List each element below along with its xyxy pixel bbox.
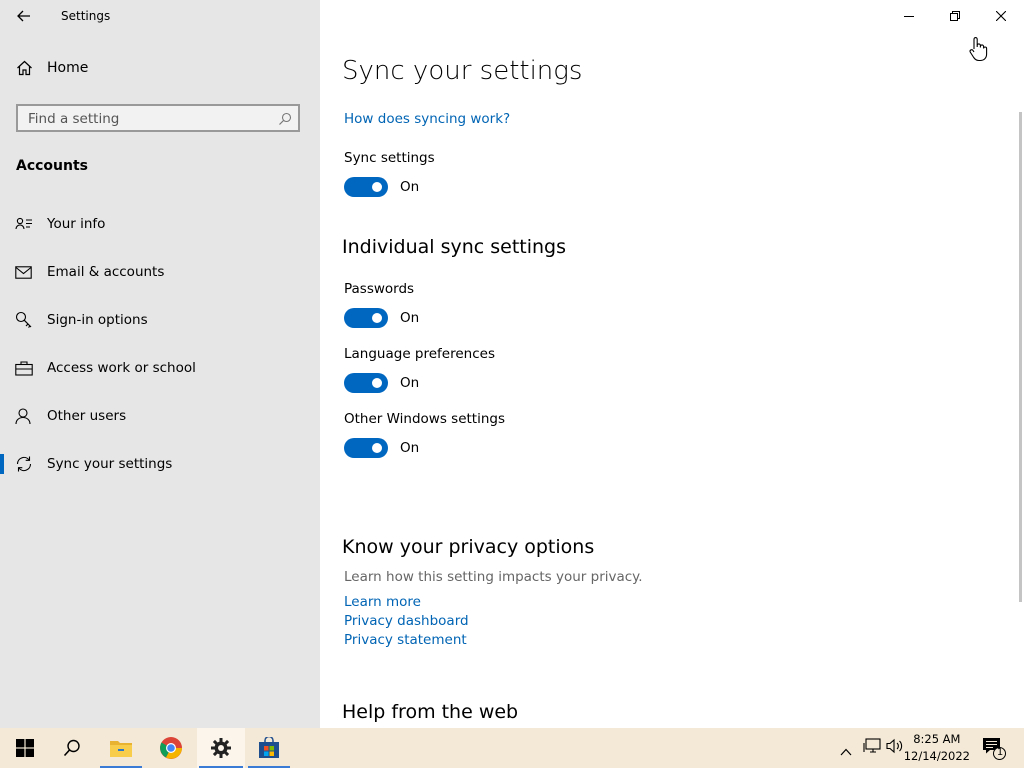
- back-arrow-icon: [17, 10, 30, 22]
- start-button[interactable]: [2, 728, 48, 768]
- sidebar-item-home[interactable]: Home: [16, 60, 88, 76]
- mail-icon: [15, 265, 35, 279]
- other-windows-settings-toggle-row: On: [344, 438, 419, 458]
- store-icon: [259, 737, 279, 758]
- sidebar-item-email-accounts[interactable]: Email & accounts: [0, 252, 320, 292]
- passwords-toggle-row: On: [344, 308, 419, 328]
- main-content: Sync your settings How does syncing work…: [320, 0, 1024, 728]
- section-heading: Accounts: [16, 158, 89, 174]
- key-icon: [15, 311, 35, 329]
- sync-settings-toggle[interactable]: [344, 177, 388, 197]
- sidebar-item-label: Sync your settings: [47, 456, 173, 472]
- store-button[interactable]: [246, 728, 292, 768]
- restore-icon: [950, 11, 960, 21]
- sync-settings-toggle-row: On: [344, 177, 419, 197]
- toggle-knob: [372, 313, 382, 323]
- toggle-state: On: [400, 310, 420, 326]
- clock-time: 8:25 AM: [913, 732, 961, 746]
- notification-badge: 1: [996, 747, 1004, 758]
- sidebar-item-label: Other users: [47, 408, 127, 424]
- home-label: Home: [47, 60, 89, 76]
- search-icon: [63, 739, 80, 757]
- language-preferences-toggle-row: On: [344, 373, 419, 393]
- file-explorer-button[interactable]: [98, 728, 144, 768]
- toggle-knob: [372, 182, 382, 192]
- scrollbar[interactable]: [1019, 112, 1022, 602]
- language-preferences-toggle[interactable]: [344, 373, 388, 393]
- toggle-knob: [372, 443, 382, 453]
- clock-date: 12/14/2022: [903, 749, 970, 763]
- passwords-label: Passwords: [344, 281, 415, 297]
- language-preferences-label: Language preferences: [344, 346, 495, 362]
- sync-settings-label: Sync settings: [344, 150, 435, 166]
- hand-cursor-icon: [968, 36, 988, 66]
- sidebar-item-your-info[interactable]: Your info: [0, 204, 320, 244]
- close-icon: [996, 11, 1006, 21]
- person-icon: [15, 407, 35, 425]
- chrome-icon: [160, 737, 182, 759]
- toggle-knob: [372, 378, 382, 388]
- other-windows-settings-label: Other Windows settings: [344, 411, 506, 427]
- gear-icon: [211, 738, 231, 758]
- sidebar-item-label: Your info: [47, 216, 106, 232]
- toggle-state: On: [400, 375, 420, 391]
- folder-icon: [110, 741, 132, 757]
- how-syncing-works-link[interactable]: How does syncing work?: [344, 111, 510, 127]
- chrome-button[interactable]: [148, 728, 194, 768]
- taskbar: 8:25 AM 12/14/2022 1: [0, 728, 1024, 768]
- search-icon: [278, 111, 292, 130]
- passwords-toggle[interactable]: [344, 308, 388, 328]
- privacy-heading: Know your privacy options: [342, 536, 595, 558]
- clock[interactable]: 8:25 AM 12/14/2022: [904, 731, 970, 765]
- individual-sync-heading: Individual sync settings: [342, 236, 567, 258]
- show-hidden-icons-button[interactable]: [840, 741, 852, 760]
- notifications-icon: [983, 738, 1006, 760]
- sync-icon: [15, 455, 35, 473]
- action-center-button[interactable]: 1: [982, 737, 1008, 765]
- toggle-state: On: [400, 440, 420, 456]
- minimize-button[interactable]: [886, 0, 932, 32]
- restore-button[interactable]: [932, 0, 978, 32]
- sidebar-item-label: Email & accounts: [47, 264, 165, 280]
- person-card-icon: [15, 217, 35, 231]
- close-button[interactable]: [978, 0, 1024, 32]
- taskbar-search-button[interactable]: [49, 728, 95, 768]
- search-box[interactable]: [16, 104, 300, 132]
- speaker-icon: [886, 738, 903, 754]
- back-button[interactable]: [10, 4, 38, 28]
- privacy-dashboard-link[interactable]: Privacy dashboard: [344, 613, 469, 629]
- volume-button[interactable]: [886, 738, 904, 758]
- briefcase-icon: [15, 360, 35, 376]
- sidebar-item-label: Access work or school: [47, 360, 196, 376]
- sidebar-item-access-work[interactable]: Access work or school: [0, 348, 320, 388]
- other-windows-settings-toggle[interactable]: [344, 438, 388, 458]
- sidebar-item-label: Sign-in options: [47, 312, 148, 328]
- page-title: Sync your settings: [342, 56, 583, 86]
- toggle-state: On: [400, 179, 420, 195]
- sidebar: Settings Home Accounts Your info Email &…: [0, 0, 320, 728]
- settings-taskbar-button[interactable]: [197, 728, 245, 768]
- windows-logo-icon: [16, 739, 34, 757]
- chevron-up-icon: [840, 748, 852, 756]
- privacy-description: Learn how this setting impacts your priv…: [344, 569, 643, 585]
- network-icon: [863, 738, 881, 753]
- sidebar-item-other-users[interactable]: Other users: [0, 396, 320, 436]
- app-title: Settings: [61, 9, 111, 23]
- home-icon: [17, 60, 32, 76]
- minimize-icon: [904, 16, 914, 17]
- privacy-statement-link[interactable]: Privacy statement: [344, 632, 467, 648]
- sidebar-item-sync-settings[interactable]: Sync your settings: [0, 444, 320, 484]
- sidebar-item-sign-in-options[interactable]: Sign-in options: [0, 300, 320, 340]
- help-heading: Help from the web: [342, 701, 519, 723]
- search-input[interactable]: [26, 110, 270, 128]
- learn-more-link[interactable]: Learn more: [344, 594, 421, 610]
- network-button[interactable]: [863, 738, 881, 758]
